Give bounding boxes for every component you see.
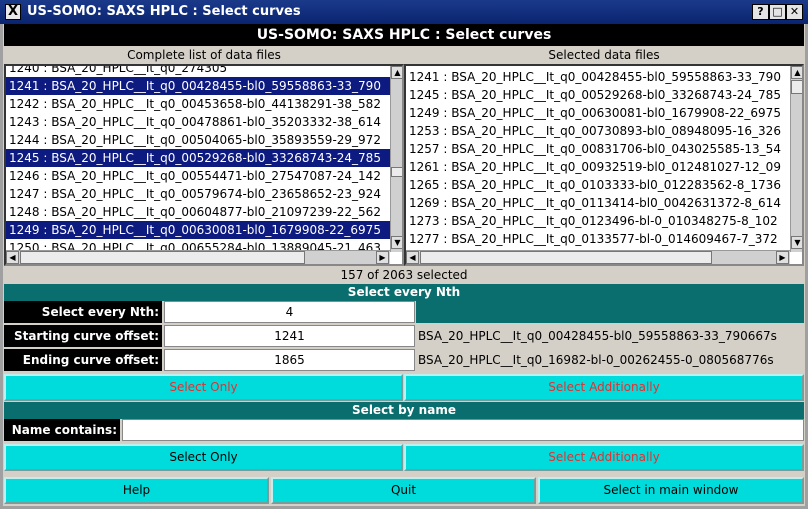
list-item[interactable]: 1246 : BSA_20_HPLC__It_q0_00554471-bl0_2… <box>6 167 390 185</box>
scroll-down-icon[interactable]: ▼ <box>791 236 802 249</box>
list-item[interactable]: 1247 : BSA_20_HPLC__It_q0_00579674-bl0_2… <box>6 185 390 203</box>
scroll-thumb[interactable] <box>791 80 802 94</box>
scroll-thumb[interactable] <box>420 251 712 264</box>
scroll-right-icon[interactable]: ▶ <box>776 251 789 264</box>
nth-input[interactable]: 4 <box>164 301 415 323</box>
scroll-right-icon[interactable]: ▶ <box>376 251 389 264</box>
scroll-thumb[interactable] <box>391 167 402 177</box>
start-offset-name: BSA_20_HPLC__It_q0_00428455-bl0_59558863… <box>416 325 804 347</box>
list-item[interactable]: 1244 : BSA_20_HPLC__It_q0_00504065-bl0_3… <box>6 131 390 149</box>
name-contains-input[interactable] <box>122 419 804 441</box>
name-contains-label: Name contains: <box>4 419 120 441</box>
list-item[interactable]: 1243 : BSA_20_HPLC__It_q0_00478861-bl0_3… <box>6 113 390 131</box>
start-offset-input[interactable]: 1241 <box>164 325 415 347</box>
list-item[interactable]: 1277 : BSA_20_HPLC__It_q0_0133577-bl-0_0… <box>406 230 790 248</box>
nth-spacer <box>416 301 804 323</box>
end-offset-label: Ending curve offset: <box>4 349 162 371</box>
list-item[interactable]: 1257 : BSA_20_HPLC__It_q0_00831706-bl0_0… <box>406 140 790 158</box>
selected-list-label: Selected data files <box>548 48 660 62</box>
list-item[interactable]: 1253 : BSA_20_HPLC__It_q0_00730893-bl0_0… <box>406 122 790 140</box>
list-item[interactable]: 1242 : BSA_20_HPLC__It_q0_00453658-bl0_4… <box>6 95 390 113</box>
selected-list-hscrollbar[interactable]: ◀ ▶ <box>406 250 790 264</box>
select-name-header: Select by name <box>4 402 804 419</box>
name-select-only-button[interactable]: Select Only <box>4 444 403 471</box>
nth-label: Select every Nth: <box>4 301 162 323</box>
quit-button[interactable]: Quit <box>271 477 536 504</box>
scroll-down-icon[interactable]: ▼ <box>391 236 402 249</box>
list-item[interactable]: 1273 : BSA_20_HPLC__It_q0_0123496-bl-0_0… <box>406 212 790 230</box>
complete-list-hscrollbar[interactable]: ◀ ▶ <box>6 250 390 264</box>
end-offset-name: BSA_20_HPLC__It_q0_16982-bl-0_00262455-0… <box>416 349 804 371</box>
close-button[interactable]: ✕ <box>786 4 803 20</box>
whats-this-button[interactable]: ? <box>752 4 769 20</box>
page-title: US-SOMO: SAXS HPLC : Select curves <box>4 24 804 46</box>
complete-files-list[interactable]: 1240 : BSA_20_HPLC__It_q0_274305 1241 : B… <box>4 64 404 266</box>
maximize-button[interactable]: □ <box>769 4 786 20</box>
list-item[interactable]: 1245 : BSA_20_HPLC__It_q0_00529268-bl0_3… <box>6 149 390 167</box>
app-icon[interactable]: X <box>5 4 21 20</box>
end-offset-input[interactable]: 1865 <box>164 349 415 371</box>
window-title: US-SOMO: SAXS HPLC : Select curves <box>27 4 301 19</box>
scroll-up-icon[interactable]: ▲ <box>791 66 802 79</box>
start-offset-label: Starting curve offset: <box>4 325 162 347</box>
list-item[interactable]: 1249 : BSA_20_HPLC__It_q0_00630081-bl0_1… <box>6 221 390 239</box>
list-item[interactable]: 1261 : BSA_20_HPLC__It_q0_00932519-bl0_0… <box>406 158 790 176</box>
list-item[interactable]: 1265 : BSA_20_HPLC__It_q0_0103333-bl0_01… <box>406 176 790 194</box>
nth-select-additionally-button[interactable]: Select Additionally <box>404 374 804 401</box>
selected-list-vscrollbar[interactable]: ▲ ▼ <box>790 66 802 252</box>
complete-list-vscrollbar[interactable]: ▲ ▼ <box>390 66 402 252</box>
list-item[interactable]: 1248 : BSA_20_HPLC__It_q0_00604877-bl0_2… <box>6 203 390 221</box>
complete-list-label: Complete list of data files <box>127 48 281 62</box>
scroll-left-icon[interactable]: ◀ <box>6 251 19 264</box>
list-item[interactable]: 1249 : BSA_20_HPLC__It_q0_00630081-bl0_1… <box>406 104 790 122</box>
list-item[interactable]: 1245 : BSA_20_HPLC__It_q0_00529268-bl0_3… <box>406 86 790 104</box>
window-titlebar[interactable]: X US-SOMO: SAXS HPLC : Select curves ? □… <box>0 0 808 24</box>
scroll-thumb[interactable] <box>20 251 305 264</box>
nth-select-only-button[interactable]: Select Only <box>4 374 403 401</box>
name-select-additionally-button[interactable]: Select Additionally <box>404 444 804 471</box>
list-item[interactable]: 1269 : BSA_20_HPLC__It_q0_0113414-bl0_00… <box>406 194 790 212</box>
help-button[interactable]: Help <box>4 477 269 504</box>
select-in-main-window-button[interactable]: Select in main window <box>538 477 804 504</box>
list-item[interactable]: 1240 : BSA_20_HPLC__It_q0_274305 <box>6 66 390 77</box>
selected-files-list[interactable]: 1241 : BSA_20_HPLC__It_q0_00428455-bl0_5… <box>404 64 804 266</box>
scroll-up-icon[interactable]: ▲ <box>391 66 402 79</box>
list-item[interactable]: 1241 : BSA_20_HPLC__It_q0_00428455-bl0_5… <box>406 68 790 86</box>
select-nth-header: Select every Nth <box>4 284 804 301</box>
scroll-left-icon[interactable]: ◀ <box>406 251 419 264</box>
list-item[interactable]: 1241 : BSA_20_HPLC__It_q0_00428455-bl0_5… <box>6 77 390 95</box>
selection-count: 157 of 2063 selected <box>4 266 804 284</box>
